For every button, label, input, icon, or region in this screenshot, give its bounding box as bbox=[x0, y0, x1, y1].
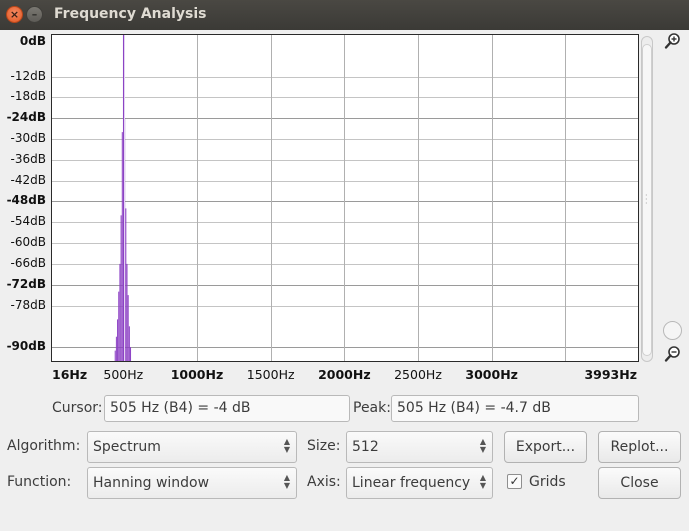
x-tick-label: 1500Hz bbox=[246, 367, 295, 382]
spectrum-bar bbox=[120, 215, 122, 361]
y-tick-label: -12dB bbox=[10, 68, 46, 83]
x-tick-label: 3993Hz bbox=[584, 367, 637, 382]
size-select[interactable]: 512 ▲ ▼ bbox=[346, 431, 493, 463]
close-icon: × bbox=[9, 8, 20, 21]
y-tick-label: -54dB bbox=[10, 214, 46, 229]
peak-field[interactable]: 505 Hz (B4) = -4.7 dB bbox=[391, 395, 639, 422]
y-tick-label: -78dB bbox=[10, 297, 46, 312]
replot-button[interactable]: Replot... bbox=[598, 431, 681, 463]
x-tick-label: 16Hz bbox=[52, 367, 88, 382]
zoom-in-icon[interactable] bbox=[664, 32, 682, 50]
checkmark-icon: ✓ bbox=[509, 474, 520, 488]
function-select[interactable]: Hanning window ▲ ▼ bbox=[87, 467, 297, 499]
spectrum-bar bbox=[121, 132, 123, 361]
spectrum-plot[interactable] bbox=[51, 34, 639, 362]
y-tick-label: -66dB bbox=[10, 255, 46, 270]
close-button[interactable]: Close bbox=[598, 467, 681, 499]
spin-arrows-icon: ▲ ▼ bbox=[479, 473, 486, 490]
cursor-label: Cursor: bbox=[52, 400, 103, 416]
x-tick-label: 1000Hz bbox=[170, 367, 224, 382]
spectrum-bar bbox=[119, 263, 121, 361]
zoom-slider-knob[interactable] bbox=[663, 321, 682, 340]
grids-label: Grids bbox=[529, 474, 566, 490]
spectrum-bar bbox=[128, 326, 130, 361]
zoom-out-icon[interactable] bbox=[664, 345, 682, 363]
peak-label: Peak: bbox=[353, 400, 391, 416]
size-value: 512 bbox=[352, 439, 379, 455]
spin-arrows-icon: ▲ ▼ bbox=[283, 473, 290, 490]
spectrum-bar bbox=[117, 319, 119, 361]
cursor-field[interactable]: 505 Hz (B4) = -4 dB bbox=[104, 395, 350, 422]
y-tick-label: -60dB bbox=[10, 235, 46, 250]
x-tick-label: 2500Hz bbox=[394, 367, 442, 382]
grids-checkbox[interactable]: ✓ bbox=[507, 474, 522, 489]
grip-icon: · · · bbox=[645, 191, 648, 208]
window-minimize-button[interactable]: – bbox=[26, 6, 43, 23]
window-title: Frequency Analysis bbox=[54, 6, 207, 22]
algorithm-value: Spectrum bbox=[93, 439, 161, 455]
spectrum-svg bbox=[52, 35, 638, 361]
size-label: Size: bbox=[307, 438, 341, 454]
axis-label: Axis: bbox=[307, 474, 341, 490]
spectrum-bar bbox=[125, 208, 127, 361]
y-tick-label: -90dB bbox=[6, 339, 46, 354]
y-tick-label: -42dB bbox=[10, 172, 46, 187]
x-tick-label: 2000Hz bbox=[318, 367, 371, 382]
spectrum-bar bbox=[115, 336, 117, 361]
spectrum-bar bbox=[114, 350, 116, 361]
function-value: Hanning window bbox=[93, 475, 210, 491]
spectrum-bar bbox=[118, 291, 120, 361]
x-tick-label: 3000Hz bbox=[465, 367, 518, 382]
window-close-button[interactable]: × bbox=[6, 6, 23, 23]
axis-select[interactable]: Linear frequency ▲ ▼ bbox=[346, 467, 493, 499]
spectrum-bar bbox=[122, 35, 124, 361]
algorithm-label: Algorithm: bbox=[7, 438, 81, 454]
y-tick-label: -48dB bbox=[6, 193, 46, 208]
y-tick-label: 0dB bbox=[19, 34, 46, 48]
y-tick-label: -36dB bbox=[10, 151, 46, 166]
axis-value: Linear frequency bbox=[352, 475, 471, 491]
y-tick-label: -72dB bbox=[6, 276, 46, 291]
x-tick-label: 500Hz bbox=[103, 367, 144, 382]
vertical-scrollbar[interactable]: · · · bbox=[641, 36, 653, 362]
spectrum-bar bbox=[126, 263, 128, 361]
title-bar: × – Frequency Analysis bbox=[0, 0, 689, 30]
export-button[interactable]: Export... bbox=[504, 431, 587, 463]
y-tick-label: -18dB bbox=[10, 89, 46, 104]
y-tick-label: -30dB bbox=[10, 131, 46, 146]
spin-arrows-icon: ▲ ▼ bbox=[283, 437, 290, 454]
spin-arrows-icon: ▲ ▼ bbox=[479, 437, 486, 454]
spectrum-bar bbox=[127, 295, 129, 361]
algorithm-select[interactable]: Spectrum ▲ ▼ bbox=[87, 431, 297, 463]
minimize-icon: – bbox=[31, 8, 38, 21]
y-tick-label: -24dB bbox=[6, 110, 46, 125]
spectrum-bar bbox=[130, 347, 132, 361]
function-label: Function: bbox=[7, 474, 72, 490]
